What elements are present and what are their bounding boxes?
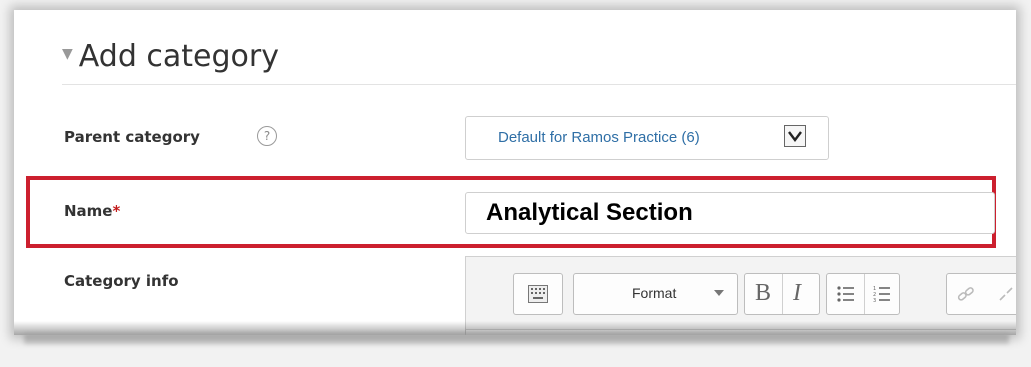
toolbar-divider [864,274,865,314]
name-input-value: Analytical Section [486,199,693,226]
help-circle-icon[interactable]: ? [257,126,277,146]
category-info-editor[interactable]: Format B I 123 [465,256,1016,335]
category-info-label: Category info [64,272,179,290]
legend-divider [62,84,1016,85]
svg-text:3: 3 [873,298,876,303]
parent-category-label: Parent category [64,128,200,146]
link-icon [957,287,974,301]
list-group: 123 [826,273,900,315]
name-label-text: Name [64,202,113,220]
format-dropdown[interactable]: Format [573,273,738,315]
parent-category-select[interactable]: Default for Ramos Practice (6) [465,116,829,160]
panel-shadow [24,334,1009,344]
parent-category-value: Default for Ramos Practice (6) [498,129,700,146]
numbered-list-icon: 123 [873,286,890,303]
keyboard-icon [528,285,548,303]
caret-down-icon [714,290,724,296]
chevron-down-icon[interactable] [784,125,806,147]
bold-button[interactable]: B [755,280,771,307]
link-group [946,273,1016,315]
form-panel: ▼ Add category Parent category ? Default… [14,10,1016,335]
legend-title: Add category [78,38,279,74]
name-label: Name* [64,202,120,220]
unlink-icon [999,287,1013,301]
add-category-legend[interactable]: ▼ Add category [62,32,279,80]
toolbar-toggle-button[interactable] [513,273,563,315]
toolbar-divider [782,274,783,314]
format-label: Format [632,285,677,301]
bullet-list-icon [837,286,854,302]
italic-button[interactable]: I [793,280,801,307]
bold-italic-group: B I [744,273,820,315]
required-mark: * [112,202,121,220]
name-input[interactable]: Analytical Section [465,192,995,234]
triangle-down-icon: ▼ [62,46,73,62]
